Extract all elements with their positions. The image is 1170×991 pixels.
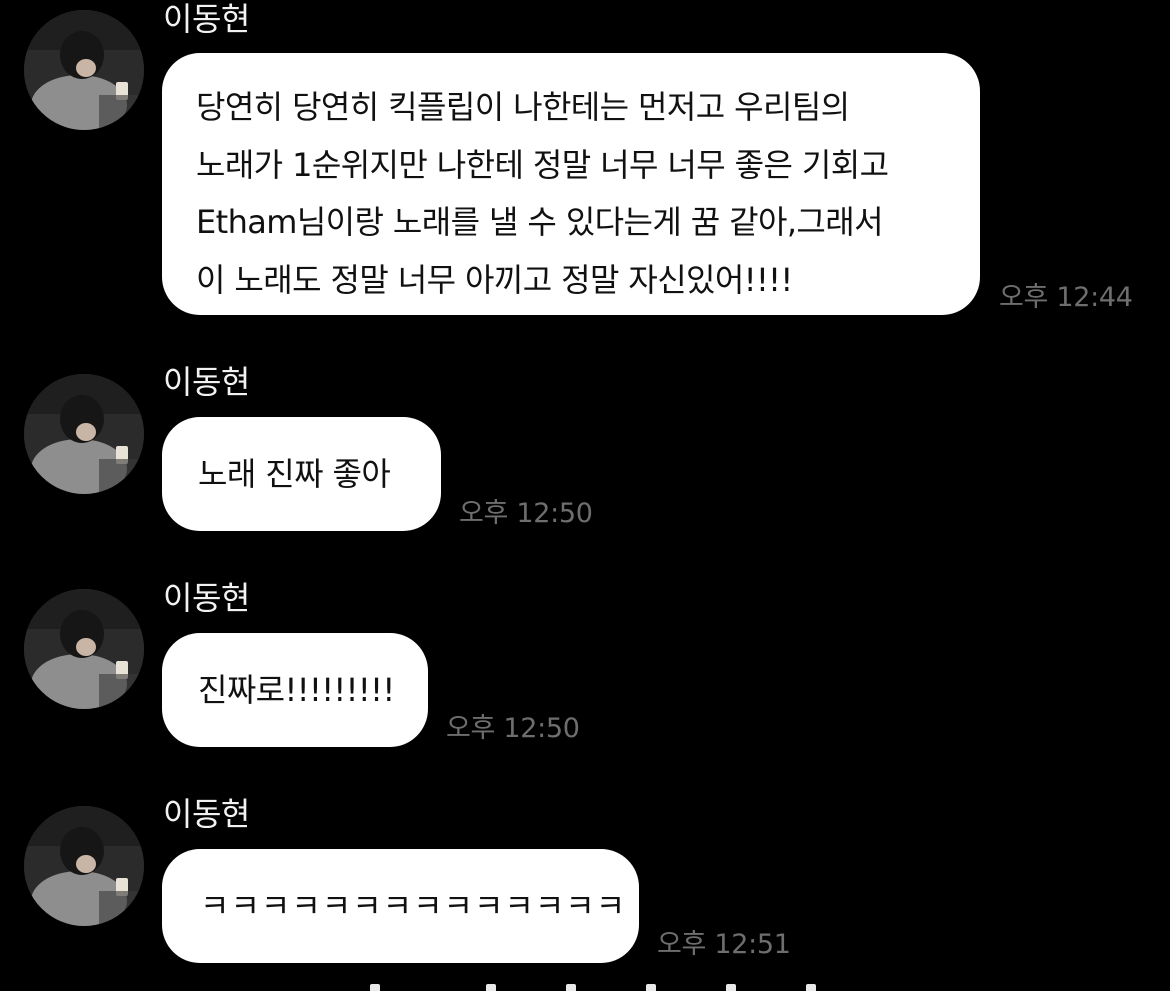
message-bubble[interactable]: 진짜로!!!!!!!!! [162, 633, 428, 747]
avatar[interactable] [24, 374, 144, 494]
message-line: 노래가 1순위지만 나한테 정말 너무 너무 좋은 기회고 [196, 145, 889, 184]
message-bubble[interactable]: 당연히 당연히 킥플립이 나한테는 먼저고 우리팀의 노래가 1순위지만 나한테… [162, 53, 980, 315]
sender-name: 이동현 [163, 363, 250, 401]
message-timestamp: 오후 12:50 [459, 498, 593, 529]
message-bubble[interactable]: 노래 진짜 좋아 [162, 417, 441, 531]
message-text: 진짜로!!!!!!!!! [198, 671, 395, 709]
sender-name: 이동현 [163, 579, 250, 617]
sender-name: 이동현 [163, 795, 250, 833]
sender-name: 이동현 [163, 0, 250, 38]
next-message-fragment [0, 981, 1170, 991]
message-timestamp: 오후 12:51 [657, 929, 791, 960]
text-fragment [646, 984, 656, 991]
message-timestamp: 오후 12:50 [446, 713, 580, 744]
message-text: 노래 진짜 좋아 [198, 455, 391, 493]
profile-photo-icon [24, 374, 144, 494]
message-timestamp: 오후 12:44 [999, 282, 1133, 313]
avatar[interactable] [24, 806, 144, 926]
avatar[interactable] [24, 589, 144, 709]
profile-photo-icon [24, 806, 144, 926]
text-fragment [566, 984, 576, 991]
text-fragment [806, 984, 816, 991]
text-fragment [726, 984, 736, 991]
profile-photo-icon [24, 589, 144, 709]
message-line: 당연히 당연히 킥플립이 나한테는 먼저고 우리팀의 [196, 88, 850, 126]
message-line: Etham님이랑 노래를 낼 수 있다는게 꿈 같아,그래서 [196, 203, 884, 241]
message-line: 이 노래도 정말 너무 아끼고 정말 자신있어!!!! [196, 260, 793, 299]
message-text: 당연히 당연히 킥플립이 나한테는 먼저고 우리팀의 노래가 1순위지만 나한테… [196, 79, 980, 309]
message-text: ㅋㅋㅋㅋㅋㅋㅋㅋㅋㅋㅋㅋㅋㅋ [200, 887, 627, 925]
message-bubble[interactable]: ㅋㅋㅋㅋㅋㅋㅋㅋㅋㅋㅋㅋㅋㅋ [162, 849, 639, 963]
text-fragment [370, 984, 380, 991]
avatar[interactable] [24, 10, 144, 130]
profile-photo-icon [24, 10, 144, 130]
text-fragment [486, 984, 496, 991]
